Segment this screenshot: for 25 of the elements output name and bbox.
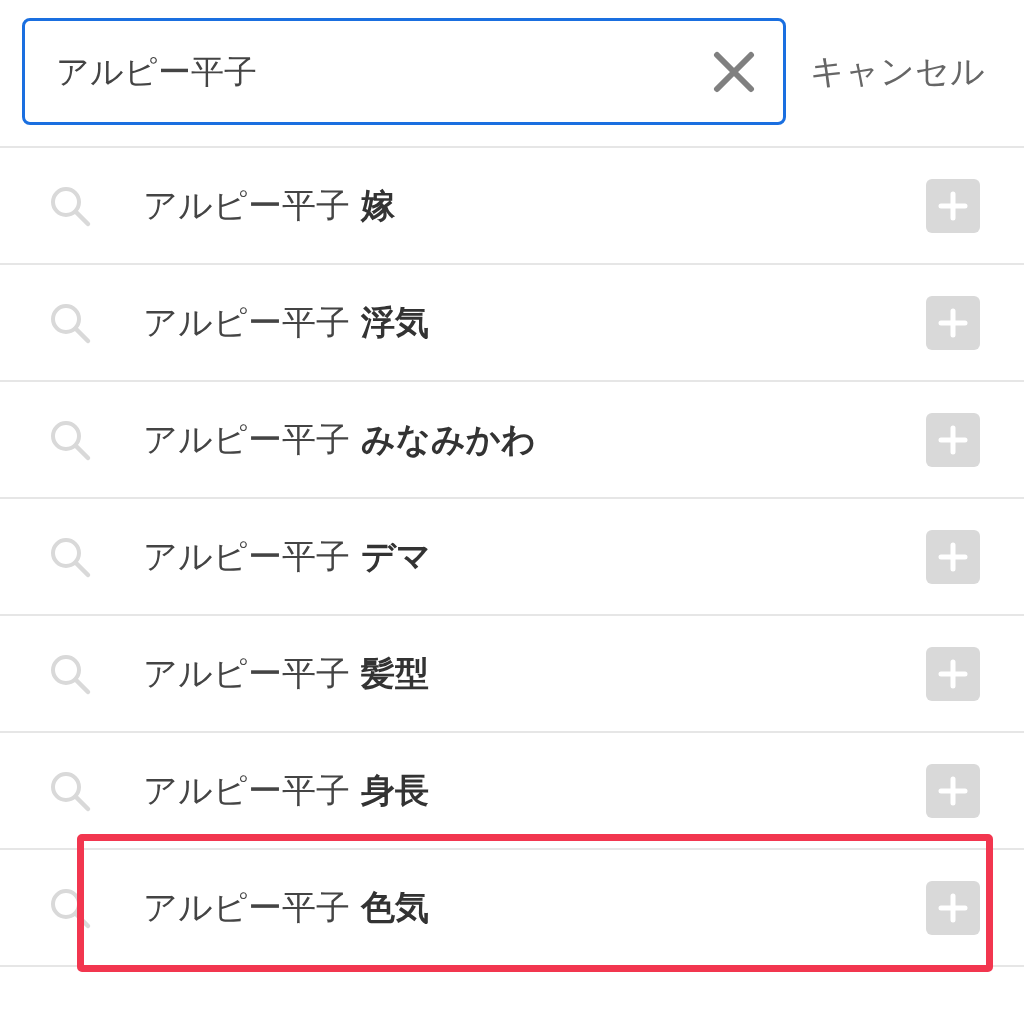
plus-icon	[926, 178, 980, 233]
suggestion-text[interactable]: アルピー平子 デマ	[143, 531, 431, 582]
add-button[interactable]	[926, 412, 980, 467]
suggestion-text[interactable]: アルピー平子 嫁	[143, 180, 395, 231]
plus-icon	[926, 412, 980, 467]
suggestion-text[interactable]: アルピー平子 みなみかわ	[143, 414, 536, 465]
plus-icon	[926, 880, 980, 935]
add-button[interactable]	[926, 763, 980, 818]
search-field[interactable]: アルピー平子	[22, 18, 786, 125]
suggestion-text[interactable]: アルピー平子 髪型	[143, 648, 429, 699]
plus-icon	[926, 295, 980, 350]
add-button[interactable]	[926, 646, 980, 701]
add-button[interactable]	[926, 880, 980, 935]
plus-icon	[926, 646, 980, 701]
cancel-button[interactable]: キャンセル	[810, 18, 985, 125]
suggestion-text[interactable]: アルピー平子 身長	[143, 765, 429, 816]
add-button[interactable]	[926, 295, 980, 350]
plus-icon	[926, 763, 980, 818]
plus-icon	[926, 529, 980, 584]
close-icon	[713, 50, 755, 93]
suggestion-text[interactable]: アルピー平子 浮気	[143, 297, 429, 348]
add-button[interactable]	[926, 529, 980, 584]
suggestion-text[interactable]: アルピー平子 色気	[143, 882, 429, 933]
add-button[interactable]	[926, 178, 980, 233]
clear-button[interactable]	[713, 50, 755, 93]
